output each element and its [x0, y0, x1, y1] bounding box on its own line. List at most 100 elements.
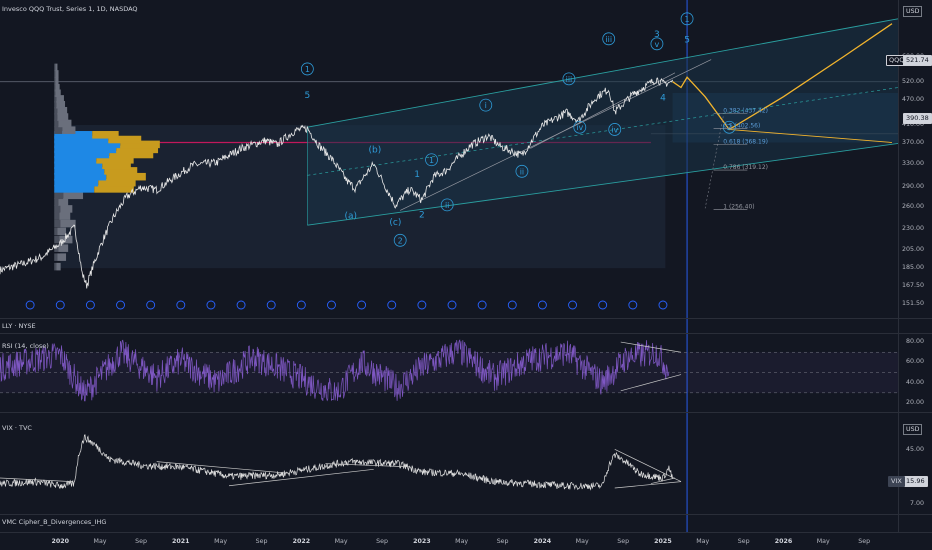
currency-button[interactable]: USD: [903, 6, 923, 17]
vix-tick-label: 45.00: [905, 445, 924, 453]
time-tick-label: Sep: [376, 538, 389, 545]
time-tick-label: May: [455, 538, 469, 545]
profile-bar-down: [62, 126, 76, 134]
wave-label: 3: [654, 30, 660, 40]
profile-bar-up: [54, 219, 61, 228]
event-marker-icon: [327, 300, 336, 310]
wave-label: iv: [576, 123, 583, 132]
wave-label: i: [485, 101, 487, 110]
event-markers: [25, 300, 668, 310]
profile-bar-up: [54, 191, 64, 200]
vix-trendline: [614, 449, 682, 482]
wave-label: ii: [520, 167, 524, 176]
wave-label: 1: [429, 156, 434, 165]
profile-bar-up: [54, 205, 61, 213]
price-tick-label: 230.00: [901, 225, 924, 232]
event-marker-icon: [417, 300, 427, 310]
wave-label: (a): [344, 211, 357, 221]
profile-bar-up: [54, 235, 60, 244]
vix-last-tag: 15.96: [903, 476, 928, 487]
time-tick-label: Sep: [496, 538, 509, 545]
rsi-tick-label: 80.00: [905, 338, 924, 346]
fib-label: 0.786 (319.12): [723, 164, 768, 171]
profile-bar-down: [58, 198, 69, 206]
vix-currency-button[interactable]: USD: [903, 424, 923, 435]
event-marker-icon: [25, 300, 35, 310]
vmc-pane-title: VMC Cipher_B_Divergences_IHG: [2, 518, 107, 526]
event-marker-icon: [447, 300, 457, 310]
event-marker-icon: [85, 300, 95, 310]
time-tick-label: May: [334, 538, 348, 545]
time-tick-label: May: [93, 538, 107, 545]
rsi-tick-label: 40.00: [905, 378, 924, 386]
price-tick-label: 260.00: [901, 202, 924, 210]
time-tick-label: May: [696, 538, 710, 545]
rsi-tick-label: 60.00: [905, 358, 924, 366]
wave-label: 4: [660, 93, 666, 103]
price-tick-label: 205.00: [901, 245, 924, 253]
time-tick-label: Sep: [617, 538, 630, 545]
pane-divider-rsi: [0, 333, 932, 334]
profile-bar-down: [57, 227, 67, 236]
time-tick-label: Sep: [135, 538, 147, 545]
wave-label: iv: [611, 125, 618, 134]
profile-bar-down: [56, 262, 61, 271]
profile-bar-up: [54, 76, 56, 85]
wave-label: 1: [305, 65, 310, 74]
profile-bar-up: [54, 119, 59, 128]
profile-bar-up: [54, 253, 58, 261]
lly-pane-title: LLY · NYSE: [2, 322, 36, 330]
wave-label: ii: [445, 201, 449, 210]
event-marker-icon: [598, 300, 608, 310]
event-marker-icon: [537, 300, 547, 310]
time-tick-label: 2024: [533, 538, 552, 545]
profile-bar-down: [57, 253, 67, 261]
price-tick-label: 520.00: [901, 78, 924, 86]
fib-label: 0.618 (368.19): [723, 138, 768, 145]
wave-label: v: [655, 40, 660, 49]
fib-label: 0.5 (402.56): [723, 122, 760, 129]
time-tick-label: 2020: [51, 538, 70, 545]
price-tick-label: 370.00: [901, 139, 924, 147]
level-price-tag: 390.38: [903, 113, 932, 124]
price-axis-divider: [898, 0, 899, 532]
time-tick-label: 2023: [413, 538, 431, 545]
event-marker-icon: [176, 300, 186, 310]
time-tick-label: 2022: [292, 538, 311, 545]
event-marker-icon: [146, 300, 156, 310]
profile-bar-up: [54, 198, 59, 206]
price-tick-label: 185.00: [901, 264, 924, 272]
price-tick-label: 167.50: [901, 282, 924, 290]
event-marker-icon: [477, 300, 487, 310]
wave-label: 5: [684, 35, 690, 45]
vix-trendline: [0, 477, 73, 482]
event-marker-icon: [628, 300, 638, 310]
time-axis-divider: [0, 532, 932, 533]
profile-bar-down: [55, 84, 60, 92]
pane-divider-lly: [0, 318, 932, 319]
time-tick-label: May: [816, 538, 830, 545]
profile-bar-down: [59, 212, 71, 220]
rsi-pane-title: RSI (14, close): [2, 342, 49, 350]
wave-label: 2: [419, 211, 425, 221]
wave-label: iii: [605, 35, 612, 44]
profile-bar-down: [55, 70, 59, 78]
vix-trendline: [614, 481, 682, 489]
event-marker-icon: [658, 300, 668, 310]
pane-divider-vmc: [0, 514, 932, 515]
price-tick-label: 151.50: [901, 300, 924, 308]
wave-label: 2: [398, 236, 403, 245]
profile-bar-up: [54, 262, 57, 271]
profile-bar-up: [54, 227, 58, 236]
time-tick-label: May: [214, 538, 228, 545]
time-tick-label: 2026: [774, 538, 793, 545]
profile-bar-down: [63, 191, 84, 200]
event-marker-icon: [357, 300, 367, 310]
chart-canvas: 15(a)(b)(c)2112iiiiiiiiiviiiivv34152 0.3…: [0, 0, 899, 532]
event-marker-icon: [387, 300, 397, 310]
main-chart-title: Invesco QQQ Trust, Series 1, 1D, NASDAQ: [2, 5, 138, 13]
price-tick-label: 330.00: [901, 160, 924, 168]
profile-bar-up: [54, 63, 56, 72]
profile-bar-down: [92, 131, 119, 139]
rsi-pane: [0, 339, 898, 402]
